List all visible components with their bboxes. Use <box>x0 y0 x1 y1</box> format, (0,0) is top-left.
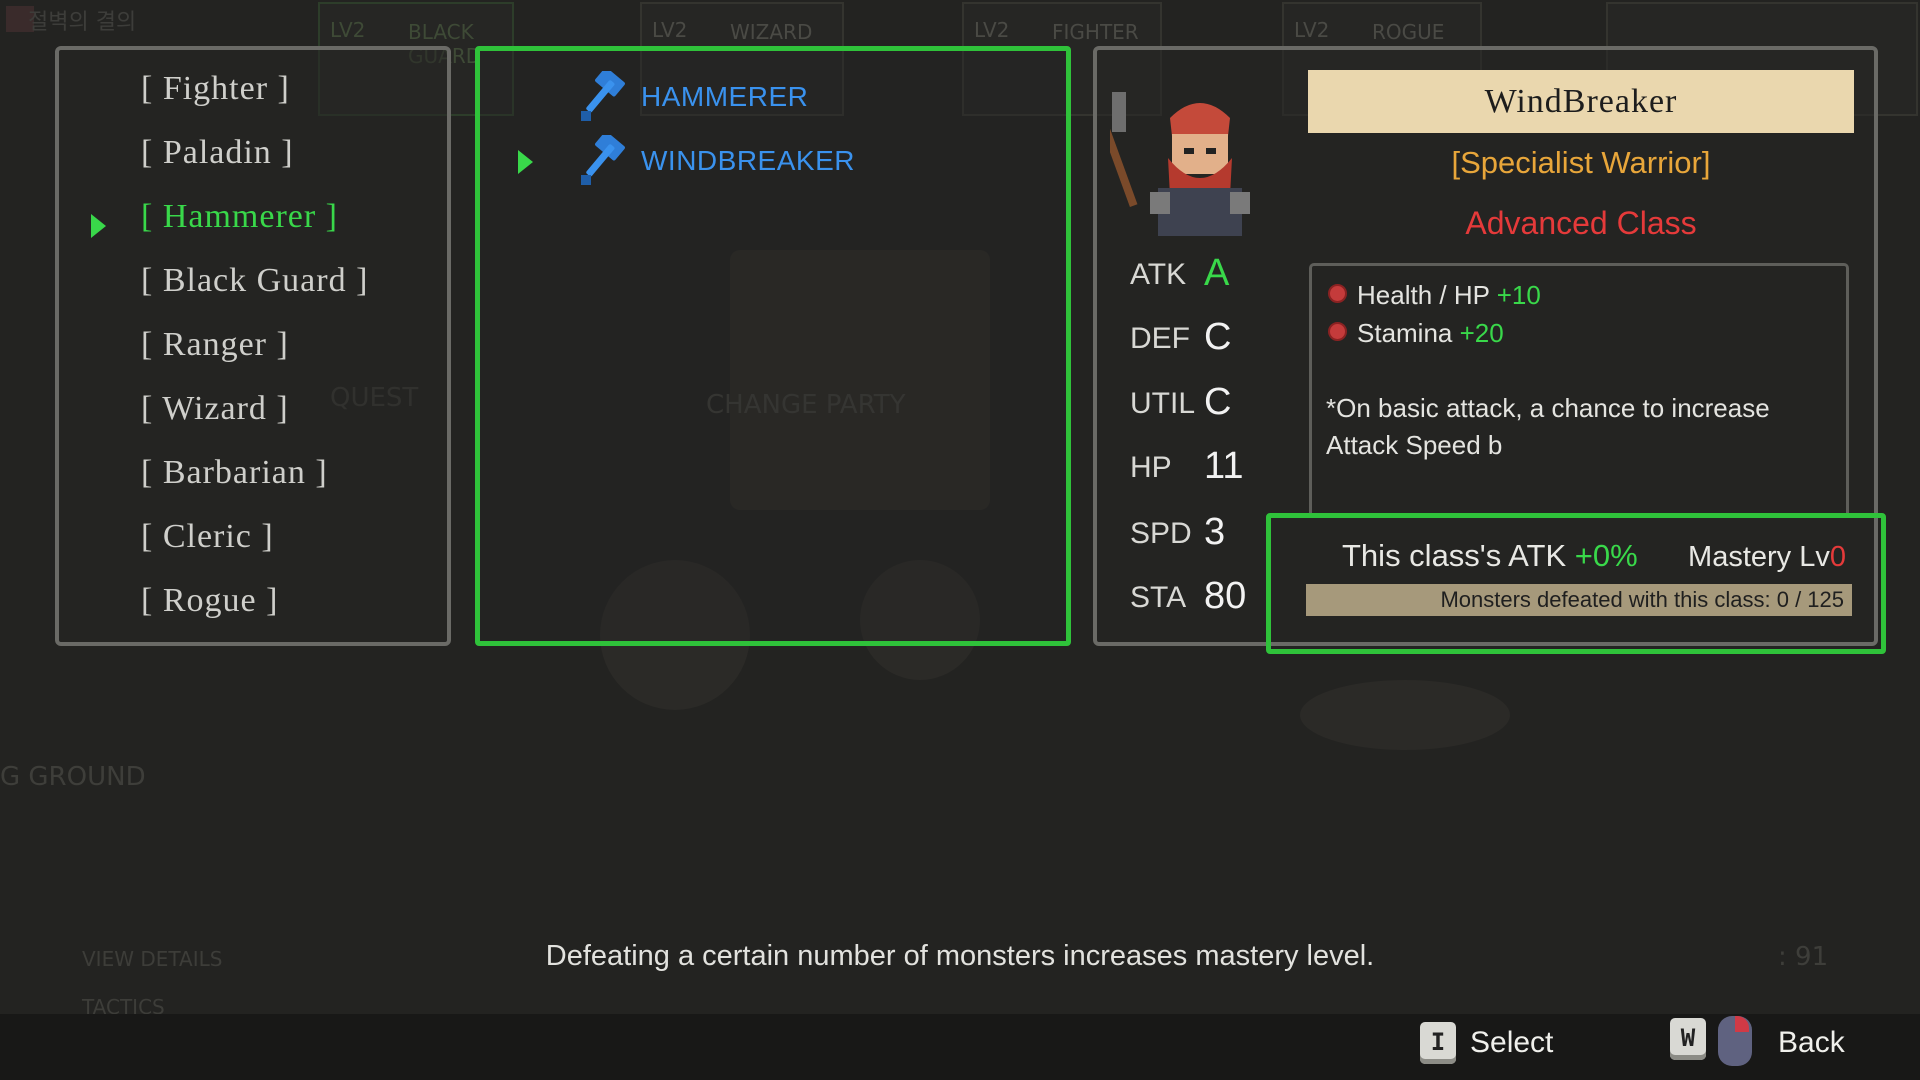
stat-atk: ATK A <box>1130 252 1229 294</box>
background-card-level: LV2 <box>1294 18 1330 42</box>
subclass-label: WINDBREAKER <box>641 145 855 176</box>
stat-value: A <box>1204 252 1230 294</box>
class-item-barbarian[interactable]: [ Barbarian ] <box>141 454 328 492</box>
class-description-box: Health / HP +10 Stamina +20 *On basic at… <box>1309 263 1849 518</box>
bonus-stamina: Stamina +20 <box>1328 318 1504 349</box>
class-name-title: WindBreaker <box>1308 70 1854 133</box>
subclass-item-hammerer[interactable]: HAMMERER <box>575 71 835 121</box>
background-card-level: LV2 <box>330 18 366 42</box>
class-item-paladin[interactable]: [ Paladin ] <box>141 134 294 172</box>
mastery-level: Mastery Lv0 <box>1688 541 1846 574</box>
stat-util: UTIL C <box>1130 381 1231 423</box>
stat-label: SPD <box>1130 517 1192 550</box>
bonus-label: Stamina <box>1357 318 1453 348</box>
select-key-icon: I <box>1420 1022 1456 1064</box>
background-card-name: FIGHTER <box>1052 20 1139 44</box>
bullet-icon <box>1328 322 1347 341</box>
stat-def: DEF C <box>1130 316 1231 358</box>
mastery-progress-bar: Monsters defeated with this class: 0 / 1… <box>1306 584 1852 616</box>
class-item-hammerer[interactable]: [ Hammerer ] <box>141 198 338 236</box>
stat-hp: HP 11 <box>1130 445 1243 487</box>
class-effect-text: *On basic attack, a chance to increase A… <box>1326 393 1770 460</box>
class-item-black-guard[interactable]: [ Black Guard ] <box>141 262 368 300</box>
bonus-health: Health / HP +10 <box>1328 280 1541 311</box>
bonus-value: +20 <box>1459 318 1504 348</box>
stat-spd: SPD 3 <box>1130 511 1225 553</box>
bonus-label: Health / HP <box>1357 280 1490 310</box>
stat-label: ATK <box>1130 258 1187 291</box>
stat-label: HP <box>1130 451 1172 484</box>
class-item-rogue[interactable]: [ Rogue ] <box>141 582 278 620</box>
class-item-fighter[interactable]: [ Fighter ] <box>141 70 290 108</box>
back-button[interactable]: Back <box>1778 1026 1845 1060</box>
select-button[interactable]: Select <box>1470 1026 1553 1060</box>
selection-arrow-icon <box>518 150 533 174</box>
class-list-panel: [ Fighter ] [ Paladin ] [ Hammerer ] [ B… <box>55 46 451 646</box>
stat-sta: STA 80 <box>1130 575 1246 617</box>
background-title: 절벽의 결의 <box>28 10 137 35</box>
stat-value: 3 <box>1204 511 1226 553</box>
mastery-level-value: 0 <box>1829 541 1846 573</box>
stat-label: STA <box>1130 581 1187 614</box>
class-item-wizard[interactable]: [ Wizard ] <box>141 390 289 428</box>
mastery-atk-bonus: This class's ATK +0% <box>1342 538 1638 574</box>
stat-label: DEF <box>1130 322 1190 355</box>
background-ground-label: G GROUND <box>0 762 146 792</box>
mastery-atk-value: +0% <box>1574 538 1638 573</box>
background-card-name: WIZARD <box>730 20 813 44</box>
class-tier: Advanced Class <box>1465 205 1697 241</box>
class-item-cleric[interactable]: [ Cleric ] <box>141 518 274 556</box>
stat-label: UTIL <box>1130 387 1196 420</box>
mastery-atk-label: This class's ATK <box>1342 538 1575 573</box>
mastery-level-label: Mastery Lv <box>1688 541 1830 573</box>
class-role: [Specialist Warrior] <box>1451 145 1711 180</box>
background-card-name: ROGUE <box>1372 20 1445 44</box>
background-card-level: LV2 <box>652 18 688 42</box>
back-key-icon: W <box>1670 1018 1706 1060</box>
mouse-right-click-icon <box>1718 1016 1752 1066</box>
bullet-icon <box>1328 284 1347 303</box>
hammer-icon <box>581 135 625 185</box>
background-card-level: LV2 <box>974 18 1010 42</box>
stat-value: 11 <box>1204 445 1244 487</box>
bonus-value: +10 <box>1496 280 1541 310</box>
controls-bar <box>0 1014 1920 1080</box>
selection-arrow-icon <box>91 214 106 238</box>
character-portrait <box>1110 92 1250 236</box>
stat-value: C <box>1204 381 1232 423</box>
background-shape <box>1300 680 1510 750</box>
mastery-hint-text: Defeating a certain number of monsters i… <box>545 940 1375 972</box>
hammer-icon <box>581 71 625 121</box>
stat-value: 80 <box>1204 575 1247 617</box>
subclass-list-panel: HAMMERER WINDBREAKER <box>475 46 1071 646</box>
class-item-ranger[interactable]: [ Ranger ] <box>141 326 289 364</box>
stat-value: C <box>1204 316 1232 358</box>
background-flag-icon <box>6 6 34 32</box>
subclass-label: HAMMERER <box>641 81 809 112</box>
subclass-item-windbreaker[interactable]: WINDBREAKER <box>575 135 875 185</box>
